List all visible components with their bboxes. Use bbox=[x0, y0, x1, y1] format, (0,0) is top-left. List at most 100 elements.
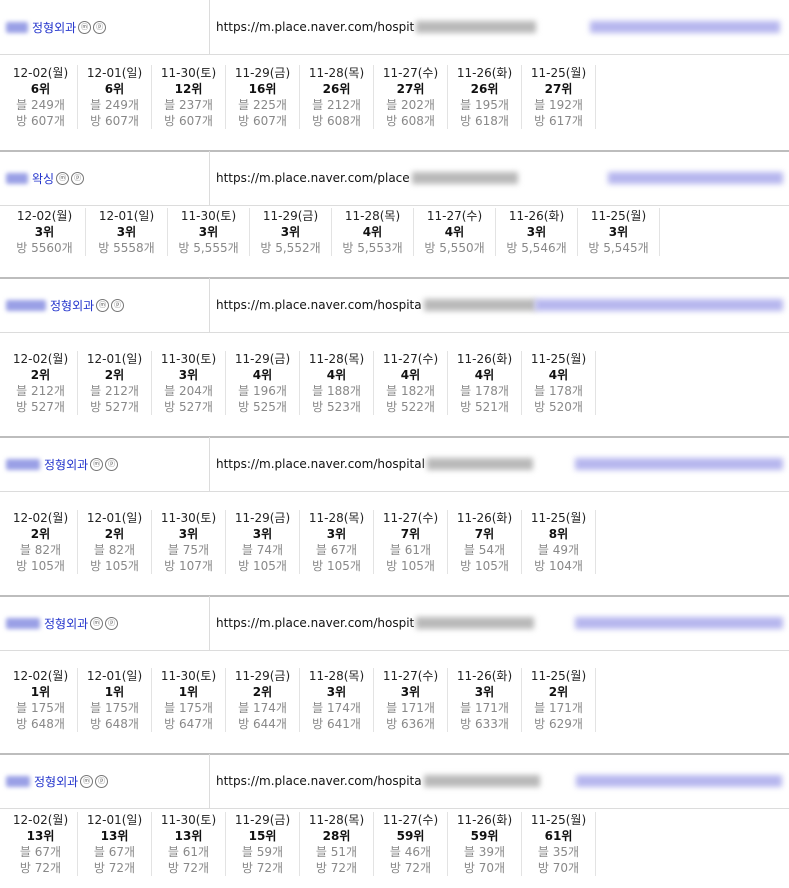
blog-review-count: 블 39개 bbox=[463, 845, 506, 859]
day-column: 11-26(화) 26위 블 195개 방 618개 bbox=[448, 65, 522, 129]
blog-review-count: 블 74개 bbox=[241, 543, 284, 557]
day-rank: 2위 bbox=[252, 685, 273, 699]
day-date: 11-26(화) bbox=[508, 209, 565, 223]
day-column: 12-02(월) 6위 블 249개 방 607개 bbox=[4, 65, 78, 129]
visitor-review-count: 방 72개 bbox=[19, 861, 62, 875]
place-url-link[interactable]: https://m.place.naver.com/place bbox=[216, 171, 410, 185]
visitor-review-count: 방 608개 bbox=[312, 114, 361, 128]
day-date: 12-02(월) bbox=[16, 209, 73, 223]
pc-badge-icon: ⓟ bbox=[95, 774, 109, 788]
day-rank: 28위 bbox=[322, 829, 351, 843]
place-name-link[interactable]: 왁싱 bbox=[32, 170, 54, 187]
blog-review-count: 블 212개 bbox=[90, 384, 139, 398]
blog-review-count: 블 192개 bbox=[534, 98, 583, 112]
day-date: 12-02(월) bbox=[12, 352, 69, 366]
visitor-review-count: 방 5,545개 bbox=[588, 241, 649, 255]
day-date: 11-29(금) bbox=[262, 209, 319, 223]
blog-review-count: 블 196개 bbox=[238, 384, 287, 398]
blog-review-count: 블 249개 bbox=[90, 98, 139, 112]
day-column: 11-28(목) 3위 블 174개 방 641개 bbox=[300, 668, 374, 732]
day-rank: 3위 bbox=[474, 685, 495, 699]
day-date: 11-29(금) bbox=[234, 669, 291, 683]
day-rank: 27위 bbox=[396, 82, 425, 96]
redacted-name bbox=[6, 458, 40, 470]
day-column: 11-29(금) 4위 블 196개 방 525개 bbox=[226, 351, 300, 415]
visitor-review-count: 방 72개 bbox=[241, 861, 284, 875]
day-date: 11-25(월) bbox=[530, 66, 587, 80]
visitor-review-count: 방 525개 bbox=[238, 400, 287, 414]
place-name-cell: 왁싱 ⓜ ⓟ bbox=[0, 151, 210, 205]
day-date: 11-30(토) bbox=[160, 669, 217, 683]
day-column: 11-30(토) 3위 블 204개 방 527개 bbox=[152, 351, 226, 415]
day-date: 11-28(목) bbox=[308, 813, 365, 827]
blog-review-count: 블 67개 bbox=[19, 845, 62, 859]
visitor-review-count: 방 72개 bbox=[167, 861, 210, 875]
blog-review-count: 블 178개 bbox=[534, 384, 583, 398]
place-name-link[interactable]: 정형외과 bbox=[34, 773, 78, 790]
group-header: 정형외과 ⓜ ⓟ https://m.place.naver.com/hospital bbox=[0, 437, 789, 492]
place-name-link[interactable]: 정형외과 bbox=[44, 615, 88, 632]
visitor-review-count: 방 523개 bbox=[312, 400, 361, 414]
redacted-url bbox=[416, 21, 537, 33]
place-url-cell: https://m.place.naver.com/hospita bbox=[216, 278, 536, 332]
day-column: 11-30(토) 3위 블 75개 방 107개 bbox=[152, 510, 226, 574]
day-rank: 59위 bbox=[396, 829, 425, 843]
place-name-cell: 정형외과 ⓜ ⓟ bbox=[0, 437, 210, 491]
blog-review-count: 블 237개 bbox=[164, 98, 213, 112]
place-group: 왁싱 ⓜ ⓟ https://m.place.naver.com/place 12-02… bbox=[0, 151, 789, 277]
visitor-review-count: 방 607개 bbox=[16, 114, 65, 128]
place-url-link[interactable]: https://m.place.naver.com/hospita bbox=[216, 298, 422, 312]
day-column: 11-25(월) 4위 블 178개 방 520개 bbox=[522, 351, 596, 415]
pc-badge-icon: ⓟ bbox=[111, 298, 125, 312]
blog-review-count: 블 171개 bbox=[460, 701, 509, 715]
blog-review-count: 블 204개 bbox=[164, 384, 213, 398]
place-url-link[interactable]: https://m.place.naver.com/hospital bbox=[216, 457, 425, 471]
day-column: 11-27(수) 59위 블 46개 방 72개 bbox=[374, 812, 448, 876]
place-group: 정형외과 ⓜ ⓟ https://m.place.naver.com/hospital… bbox=[0, 437, 789, 595]
redacted-keywords bbox=[575, 617, 783, 629]
place-group: 정형외과 ⓜ ⓟ https://m.place.naver.com/hospit 12… bbox=[0, 0, 789, 150]
day-date: 12-02(월) bbox=[12, 813, 69, 827]
visitor-review-count: 방 105개 bbox=[312, 559, 361, 573]
day-date: 11-26(화) bbox=[456, 352, 513, 366]
blog-review-count: 블 49개 bbox=[537, 543, 580, 557]
day-date: 11-30(토) bbox=[160, 813, 217, 827]
visitor-review-count: 방 105개 bbox=[16, 559, 65, 573]
place-url-link[interactable]: https://m.place.naver.com/hospita bbox=[216, 774, 422, 788]
day-column: 11-29(금) 2위 블 174개 방 644개 bbox=[226, 668, 300, 732]
day-date: 12-02(월) bbox=[12, 669, 69, 683]
visitor-review-count: 방 105개 bbox=[386, 559, 435, 573]
blog-review-count: 블 82개 bbox=[93, 543, 136, 557]
day-rank: 2위 bbox=[104, 527, 125, 541]
place-url-link[interactable]: https://m.place.naver.com/hospit bbox=[216, 20, 414, 34]
visitor-review-count: 방 607개 bbox=[164, 114, 213, 128]
blog-review-count: 블 225개 bbox=[238, 98, 287, 112]
place-name-link[interactable]: 정형외과 bbox=[44, 456, 88, 473]
day-column: 11-27(수) 3위 블 171개 방 636개 bbox=[374, 668, 448, 732]
day-rank: 3위 bbox=[34, 225, 55, 239]
visitor-review-count: 방 527개 bbox=[90, 400, 139, 414]
day-date: 11-25(월) bbox=[530, 352, 587, 366]
day-column: 11-25(월) 27위 블 192개 방 617개 bbox=[522, 65, 596, 129]
place-url-link[interactable]: https://m.place.naver.com/hospit bbox=[216, 616, 414, 630]
visitor-review-count: 방 72개 bbox=[93, 861, 136, 875]
place-name-link[interactable]: 정형외과 bbox=[32, 19, 76, 36]
day-rank: 4위 bbox=[474, 368, 495, 382]
day-rank: 1위 bbox=[104, 685, 125, 699]
visitor-review-count: 방 104개 bbox=[534, 559, 583, 573]
visitor-review-count: 방 5558개 bbox=[98, 241, 155, 255]
place-group: 정형외과 ⓜ ⓟ https://m.place.naver.com/hospit 12… bbox=[0, 596, 789, 753]
redacted-url bbox=[426, 458, 533, 470]
blog-review-count: 블 171개 bbox=[534, 701, 583, 715]
place-name-link[interactable]: 정형외과 bbox=[50, 297, 94, 314]
visitor-review-count: 방 5,550개 bbox=[424, 241, 485, 255]
day-rank: 59위 bbox=[470, 829, 499, 843]
day-column: 11-30(토) 12위 블 237개 방 607개 bbox=[152, 65, 226, 129]
blog-review-count: 블 67개 bbox=[93, 845, 136, 859]
day-column: 11-25(월) 8위 블 49개 방 104개 bbox=[522, 510, 596, 574]
day-rank: 4위 bbox=[326, 368, 347, 382]
day-date: 11-29(금) bbox=[234, 66, 291, 80]
blog-review-count: 블 35개 bbox=[537, 845, 580, 859]
day-column: 11-26(화) 59위 블 39개 방 70개 bbox=[448, 812, 522, 876]
day-rank: 3위 bbox=[400, 685, 421, 699]
